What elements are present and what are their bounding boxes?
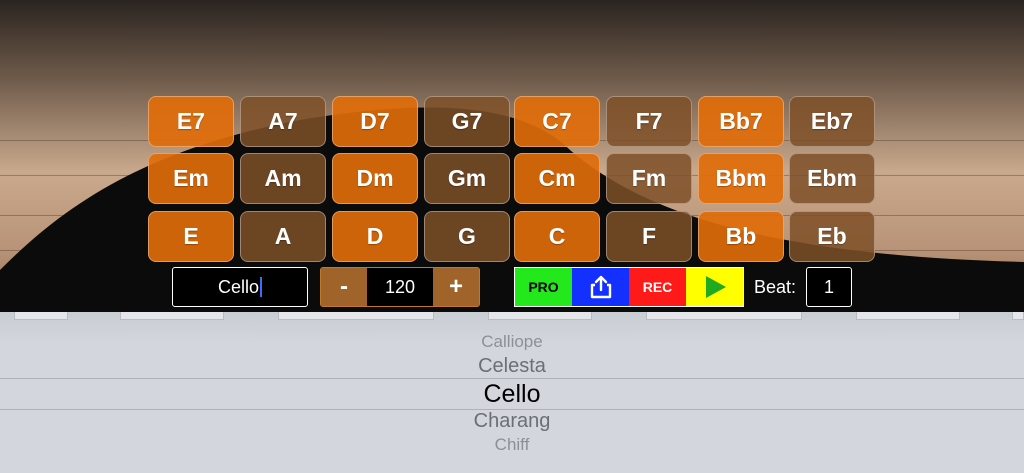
chord-button-A7[interactable]: A7 [240,96,326,147]
chord-button-G7[interactable]: G7 [424,96,510,147]
chord-grid: E7 A7 D7 G7 C7 F7 Bb7 Eb7 Em Am Dm Gm Cm… [148,96,876,264]
tempo-decrease-button[interactable]: - [321,268,367,306]
share-icon [590,275,611,299]
chord-button-Bbm[interactable]: Bbm [698,153,784,204]
picker-item[interactable]: Charang [0,410,1024,433]
picker-item[interactable]: Celesta [0,355,1024,378]
chord-button-Ebm[interactable]: Ebm [789,153,875,204]
chord-button-C[interactable]: C [514,211,600,262]
picker-item[interactable]: Calliope [0,332,1024,350]
tempo-value: 120 [384,276,416,297]
chord-button-F[interactable]: F [606,211,692,262]
chord-button-D7[interactable]: D7 [332,96,418,147]
play-icon [705,276,726,298]
chord-button-Gm[interactable]: Gm [424,153,510,204]
chord-button-Cm[interactable]: Cm [514,153,600,204]
pro-button[interactable]: PRO [515,268,572,306]
chord-button-E[interactable]: E [148,211,234,262]
chord-button-G[interactable]: G [424,211,510,262]
chord-button-Eb7[interactable]: Eb7 [789,96,875,147]
beat-input[interactable]: 1 [806,267,852,307]
keyboard-key-strip [0,312,1024,322]
chord-button-Dm[interactable]: Dm [332,153,418,204]
chord-button-A[interactable]: A [240,211,326,262]
chord-button-D[interactable]: D [332,211,418,262]
share-button[interactable] [572,268,629,306]
chord-button-Bb7[interactable]: Bb7 [698,96,784,147]
record-button[interactable]: REC [629,268,686,306]
chord-button-Bb[interactable]: Bb [698,211,784,262]
picker-selection-top [0,378,1024,379]
action-toolbar: PRO REC [514,267,744,307]
picker-item[interactable]: Chiff [0,435,1024,453]
picker-item-selected[interactable]: Cello [0,380,1024,409]
beat-label: Beat: [754,277,797,297]
play-button[interactable] [686,268,743,306]
instrument-picker[interactable]: Calliope Celesta Cello Charang Chiff [0,312,1024,473]
tempo-increase-button[interactable]: + [433,268,479,306]
chord-button-E7[interactable]: E7 [148,96,234,147]
chord-button-C7[interactable]: C7 [514,96,600,147]
text-caret [260,277,263,297]
tempo-stepper: - 120 + [320,267,480,307]
instrument-input[interactable]: Cello [172,267,308,307]
chord-button-Em[interactable]: Em [148,153,234,204]
chord-button-Eb[interactable]: Eb [789,211,875,262]
chord-button-Fm[interactable]: Fm [606,153,692,204]
chord-button-Am[interactable]: Am [240,153,326,204]
chord-button-F7[interactable]: F7 [606,96,692,147]
instrument-value: Cello [217,276,260,297]
